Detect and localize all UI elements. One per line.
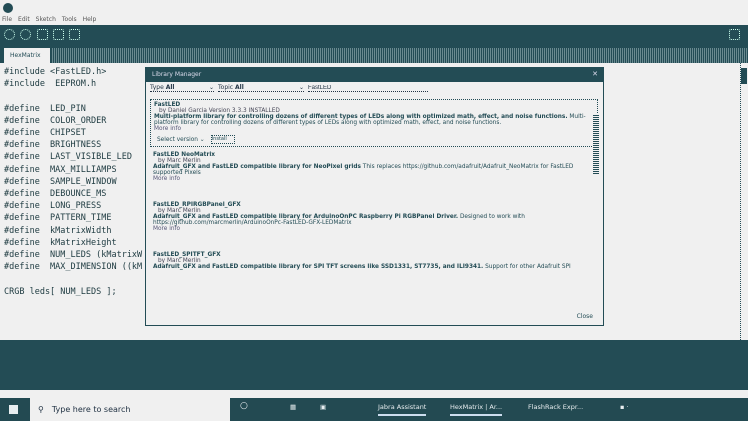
code-line: #define SAMPLE_WINDOW (4, 176, 117, 187)
cortana-icon[interactable]: ○ (240, 401, 248, 411)
tab-bar: HexMatrix (0, 45, 748, 83)
save-icon[interactable] (69, 29, 80, 40)
select-version-dropdown[interactable]: Select version ⌄ (157, 137, 205, 143)
upload-icon[interactable] (20, 29, 31, 40)
serial-monitor-icon[interactable] (729, 29, 740, 40)
more-info-link[interactable]: More info (153, 226, 595, 232)
select-version-label: Select version (157, 136, 198, 143)
open-icon[interactable] (53, 29, 64, 40)
editor-scrollbar[interactable] (740, 63, 748, 340)
verify-icon[interactable] (4, 29, 15, 40)
code-line: #define MAX_MILLIAMPS (4, 164, 117, 175)
type-select[interactable]: Type All ⌄ (150, 84, 214, 92)
taskbar-app-1[interactable]: Jabra Assistant (378, 403, 427, 416)
library-description: Support for other Adafruit SPI (485, 264, 571, 270)
more-info-link[interactable]: More info (154, 126, 594, 132)
code-line: #define DEBOUNCE_MS (4, 189, 107, 199)
dialog-title-bar: Library Manager ✕ (146, 68, 603, 82)
topic-label: Topic (218, 84, 234, 91)
code-line: #define kMatrixWidth (4, 225, 112, 236)
file-explorer-icon[interactable]: ▦ (290, 403, 296, 411)
code-line: #define MAX_DIMENSION ((kM (4, 262, 143, 273)
taskbar-search[interactable]: ⚲ Type here to search (30, 398, 230, 421)
code-line: #define kMatrixHeight (4, 237, 117, 248)
list-scroll-thumb[interactable] (593, 114, 599, 174)
tray-icons[interactable]: ▪ · (620, 403, 629, 411)
taskbar-app-2[interactable]: HexMatrix | Ar... (450, 403, 503, 416)
dialog-title: Library Manager (152, 71, 202, 78)
code-line: #include EEPROM.h (4, 79, 97, 90)
taskbar: ⚲ Type here to search ○ ▦ ▣ Jabra Assista… (0, 398, 748, 421)
library-list: FastLED by Daniel Garcia Version 3.3.3 IN… (150, 99, 598, 309)
filter-bar: Type All ⌄ Topic All ⌄ (146, 82, 603, 94)
other-tabs[interactable] (52, 48, 748, 63)
toolbar (0, 25, 748, 45)
library-manager-dialog: Library Manager ✕ Type All ⌄ Topic All ⌄ Fa… (145, 67, 604, 326)
taskbar-app-3[interactable]: FlashRack Expr... (528, 403, 583, 411)
more-info-link[interactable]: More info (153, 176, 595, 182)
store-icon[interactable]: ▣ (320, 403, 326, 411)
code-line: #define PATTERN_TIME (4, 213, 112, 224)
topic-select[interactable]: Topic All ⌄ (218, 84, 304, 92)
chevron-down-icon: ⌄ (208, 84, 214, 91)
library-entry[interactable]: FastLED NeoMatrix by Marc Merlin Adafruit_… (150, 150, 598, 184)
windows-start-icon[interactable] (9, 405, 18, 414)
topic-value: All (235, 84, 244, 91)
console (0, 340, 748, 390)
new-icon[interactable] (37, 29, 48, 40)
search-placeholder: Type here to search (51, 405, 131, 414)
type-value: All (165, 84, 175, 91)
chevron-down-icon: ⌄ (298, 84, 304, 91)
library-summary: Adafruit_GFX and FastLED compatible libr… (153, 264, 484, 270)
editor-scroll-thumb[interactable] (741, 68, 747, 84)
close-button[interactable]: Close (577, 313, 593, 320)
search-input[interactable] (308, 84, 428, 92)
type-label: Type (150, 84, 164, 91)
list-scrollbar[interactable] (593, 106, 599, 306)
search-icon: ⚲ (38, 405, 44, 414)
tab-hexmatrix[interactable]: HexMatrix (4, 48, 50, 63)
code-line: #define COLOR_ORDER (4, 115, 107, 126)
library-entry[interactable]: FastLED_RPIRGBPanel_GFX by Marc Merlin Ada… (150, 200, 598, 234)
code-line: #define LONG_PRESS (4, 201, 102, 212)
install-button[interactable]: Install (210, 135, 235, 144)
code-line: CRGB leds[ NUM_LEDS ]; (4, 286, 117, 297)
code-line: #define LED_PIN (4, 103, 86, 114)
code-line: #define NUM_LEDS (kMatrixW (4, 250, 143, 260)
arduino-icon (3, 3, 13, 13)
title-bar (0, 0, 748, 16)
code-line: #define CHIPSET (4, 128, 86, 138)
close-icon[interactable]: ✕ (592, 70, 598, 78)
code-line: #define BRIGHTNESS (4, 140, 102, 151)
code-line: #define LAST_VISIBLE_LED (4, 152, 132, 163)
code-line: #include <FastLED.h> (4, 67, 107, 77)
library-entry[interactable]: FastLED by Daniel Garcia Version 3.3.3 IN… (150, 99, 598, 147)
library-entry[interactable]: FastLED_SPITFT_GFX by Marc Merlin Adafruit… (150, 250, 598, 272)
